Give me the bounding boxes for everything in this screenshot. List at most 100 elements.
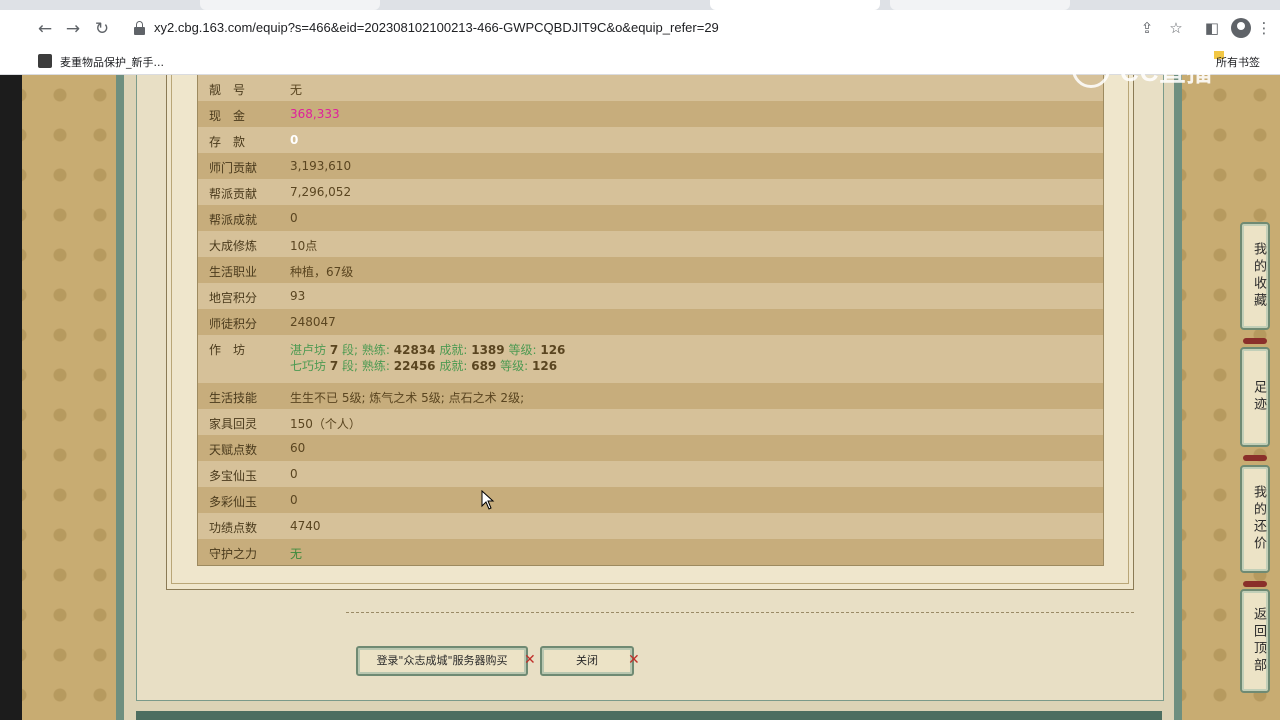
info-label: 生活技能 (209, 391, 258, 405)
browser-tab-active[interactable] (710, 0, 880, 10)
address-bar[interactable]: xy2.cbg.163.com/equip?s=466&eid=20230810… (124, 15, 1124, 43)
info-row: 地宫积分 93 (198, 283, 1103, 309)
back-icon[interactable]: ← (34, 18, 56, 40)
my-offers-button[interactable]: 我的还价 (1240, 465, 1270, 573)
close-button[interactable]: 关闭 (540, 646, 634, 676)
info-label: 家具回灵 (209, 417, 258, 431)
info-value: 10点 (290, 239, 318, 253)
info-row: 靓 号无 (198, 75, 1103, 101)
info-label: 作 坊 (209, 343, 246, 357)
info-row: 生活技能 生生不已 5级; 炼气之术 5级; 点石之术 2级; (198, 383, 1103, 409)
info-row: 存 款 0 (198, 127, 1103, 153)
info-row: 师徒积分 248047 (198, 309, 1103, 335)
side-connector (1243, 581, 1267, 587)
watermark-text: CC直播 (1120, 57, 1214, 87)
info-row: 帮派贡献 7,296,052 (198, 179, 1103, 205)
info-row: 大成修炼 10点 (198, 231, 1103, 257)
workshop-skill-label: 熟练: (361, 343, 390, 357)
bookmark-item[interactable]: 麦重物品保护_新手... (60, 54, 164, 70)
info-label: 帮派贡献 (209, 187, 258, 201)
info-row: 守护之力 无 (198, 539, 1103, 565)
info-value: 无 (290, 547, 303, 561)
info-row: 现 金 368,333 (198, 101, 1103, 127)
footprint-button[interactable]: 足迹 (1240, 347, 1270, 447)
info-row: 功绩点数 4740 (198, 513, 1103, 539)
info-label: 师门贡献 (209, 161, 258, 175)
workshop-achv-label: 成就: (439, 343, 468, 357)
info-value: 种植，67级 (290, 265, 354, 279)
frame-bottom-band (136, 711, 1162, 720)
browser-tab[interactable] (890, 0, 1070, 10)
bookmark-favicon-icon (38, 54, 52, 68)
info-value: 7,296,052 (290, 185, 352, 199)
character-info-table: 靓 号无现 金 368,333 存 款 0 师门贡献 3,193,610 帮派贡献 7,296… (197, 75, 1104, 566)
info-row: 多彩仙玉 0 (198, 487, 1103, 513)
info-label: 天赋点数 (209, 443, 258, 457)
back-to-top-button[interactable]: 返回顶部 (1240, 589, 1270, 693)
info-value: 0 (290, 493, 298, 507)
browser-tab[interactable] (200, 0, 380, 10)
browser-toolbar: ← → ↻ xy2.cbg.163.com/equip?s=466&eid=20… (0, 10, 1280, 48)
info-label: 地宫积分 (209, 291, 258, 305)
reload-icon[interactable]: ↻ (91, 18, 113, 40)
side-connector (1243, 338, 1267, 344)
workshop-skill: 22456 (393, 359, 436, 373)
login-buy-button[interactable]: 登录"众志成城"服务器购买 (356, 646, 528, 676)
info-label: 多宝仙玉 (209, 469, 258, 483)
info-label: 守护之力 (209, 547, 258, 561)
info-row: 生活职业 种植，67级 (198, 257, 1103, 283)
my-favorites-button[interactable]: 我的收藏 (1240, 222, 1270, 330)
workshop-line: 湛卢坊 7 段; 熟练: 42834 成就: 1389 等级: 126 (290, 341, 565, 358)
info-label: 功绩点数 (209, 521, 258, 535)
info-row-workshop: 作 坊湛卢坊 7 段; 熟练: 42834 成就: 1389 等级: 126 七巧… (198, 335, 1103, 383)
bookmark-star-icon[interactable]: ☆ (1166, 18, 1186, 38)
profile-avatar-icon[interactable] (1231, 18, 1251, 38)
divider (346, 612, 1134, 613)
info-value: 生生不已 5级; 炼气之术 5级; 点石之术 2级; (290, 391, 525, 405)
info-value: 93 (290, 289, 306, 303)
info-value: 60 (290, 441, 306, 455)
workshop-grade: 126 (540, 343, 566, 357)
info-label: 大成修炼 (209, 239, 258, 253)
workshop-grade-label: 等级: (508, 343, 537, 357)
workshop-level: 7 (329, 343, 339, 357)
lock-icon[interactable] (134, 21, 145, 35)
forward-icon[interactable]: → (62, 18, 84, 40)
info-label: 靓 号 (209, 83, 246, 97)
info-label: 帮派成就 (209, 213, 258, 227)
watermark-logo-icon (1072, 50, 1110, 88)
side-connector (1243, 455, 1267, 461)
info-row: 家具回灵 150（个人） (198, 409, 1103, 435)
tab-strip (0, 0, 1280, 10)
info-row: 多宝仙玉 0 (198, 461, 1103, 487)
menu-kebab-icon[interactable]: ⋮ (1254, 18, 1274, 38)
workshop-seg: 段; (342, 343, 359, 357)
info-label: 生活职业 (209, 265, 258, 279)
workshop-grade-label: 等级: (500, 359, 529, 373)
side-panel-icon[interactable]: ◧ (1202, 18, 1222, 38)
info-value: 0 (290, 211, 298, 225)
share-icon[interactable]: ⇪ (1137, 18, 1157, 38)
info-label: 师徒积分 (209, 317, 258, 331)
workshop-grade: 126 (532, 359, 558, 373)
close-x-icon: ✕ (628, 652, 640, 668)
workshop-level: 7 (329, 359, 339, 373)
info-value: 0 (290, 133, 299, 147)
close-x-icon: ✕ (524, 652, 536, 668)
workshop-achv: 1389 (471, 343, 505, 357)
info-row: 帮派成就 0 (198, 205, 1103, 231)
info-value: 3,193,610 (290, 159, 352, 173)
workshop-seg: 段; (342, 359, 359, 373)
workshop-achv: 689 (471, 359, 497, 373)
info-row: 师门贡献 3,193,610 (198, 153, 1103, 179)
info-value: 无 (290, 83, 303, 97)
info-label: 存 款 (209, 135, 246, 149)
info-value: 368,333 (290, 107, 340, 121)
page-background: 靓 号无现 金 368,333 存 款 0 师门贡献 3,193,610 帮派贡献 7,296… (0, 75, 1280, 720)
info-value: 150（个人） (290, 417, 361, 431)
info-value: 4740 (290, 519, 321, 533)
stream-watermark: CC直播 (1072, 48, 1242, 88)
workshop-skill: 42834 (393, 343, 436, 357)
workshop-achv-label: 成就: (439, 359, 468, 373)
info-label: 多彩仙玉 (209, 495, 258, 509)
